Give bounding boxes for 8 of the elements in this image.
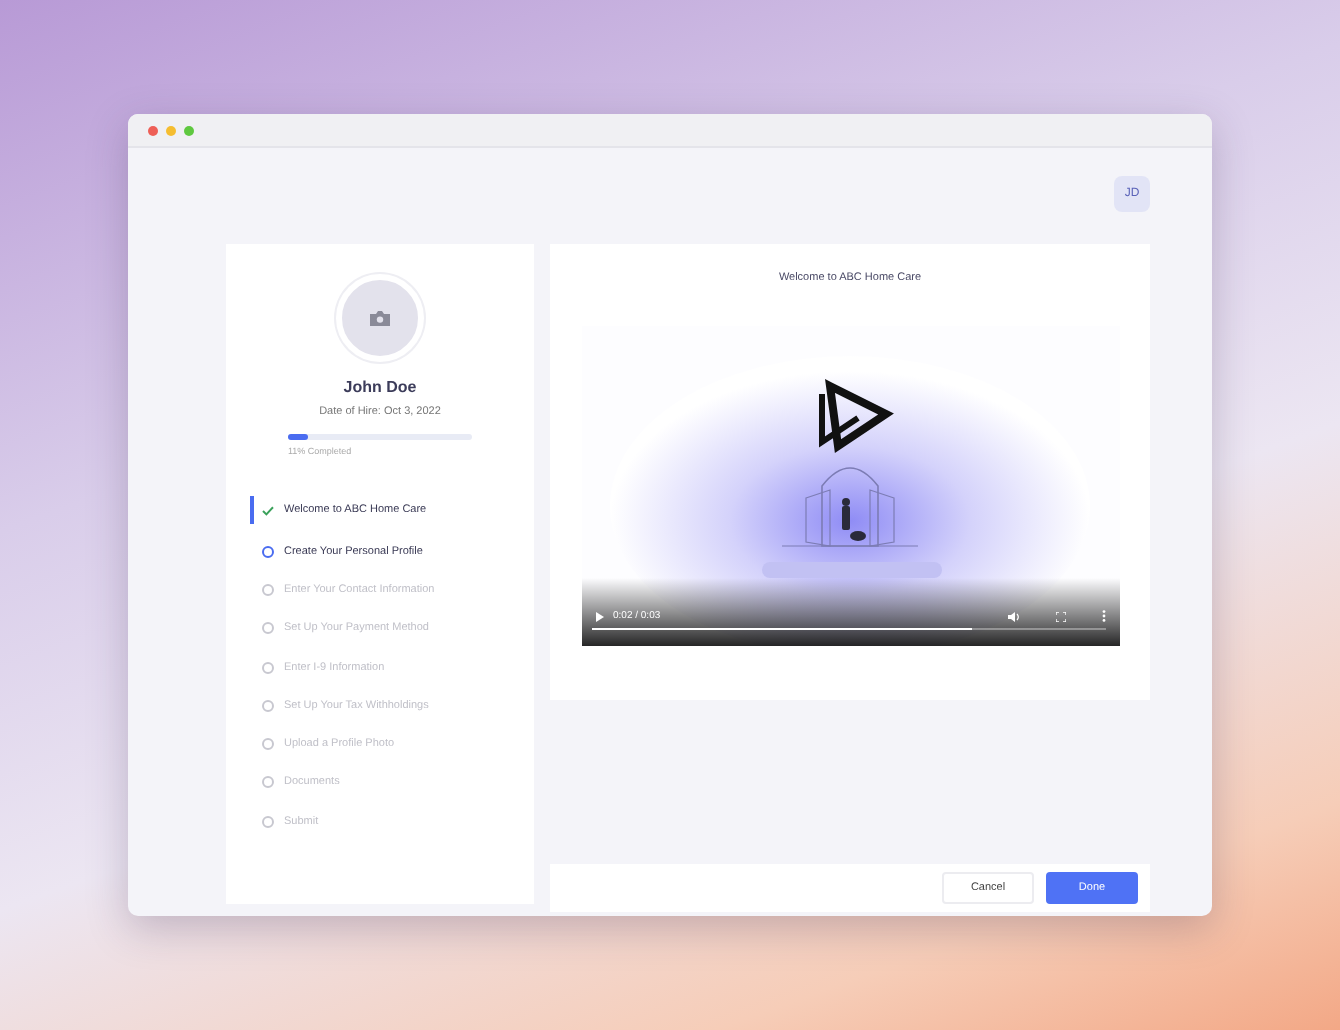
- fullscreen-icon[interactable]: [1055, 611, 1065, 621]
- volume-icon[interactable]: [1007, 611, 1019, 621]
- maximize-icon[interactable]: [184, 125, 194, 135]
- close-icon[interactable]: [148, 125, 158, 135]
- employee-name: John Doe: [343, 378, 417, 396]
- photo-placeholder[interactable]: [336, 274, 424, 362]
- camera-icon: [370, 310, 390, 326]
- play-icon[interactable]: [595, 611, 603, 621]
